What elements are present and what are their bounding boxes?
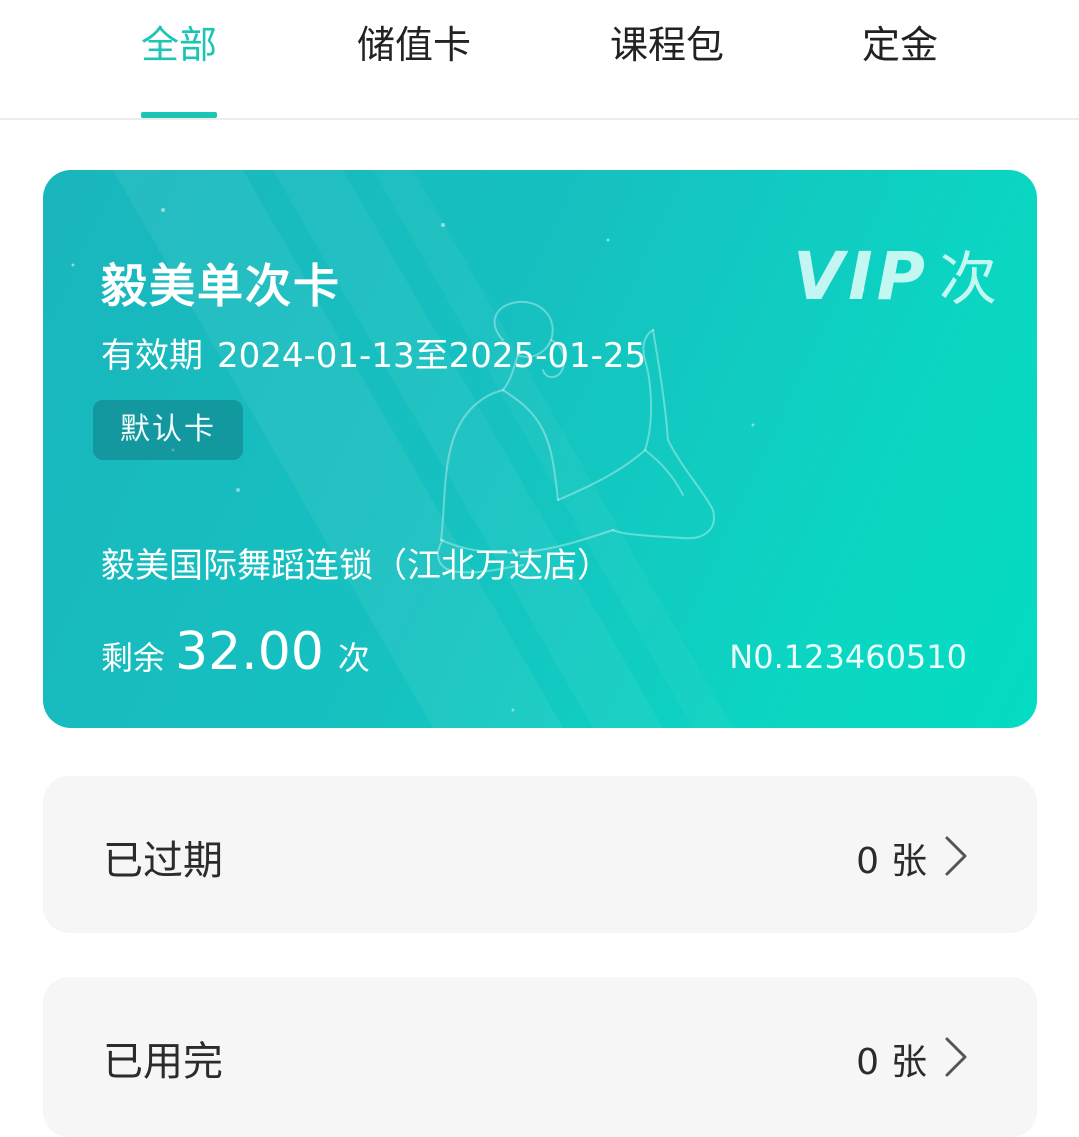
vip-card-type: 次: [939, 245, 998, 313]
tab-deposit[interactable]: 定金: [862, 20, 938, 118]
vip-text: VIP: [793, 238, 930, 315]
tab-all[interactable]: 全部: [141, 20, 217, 118]
tab-deposit-label: 定金: [862, 23, 939, 67]
remaining-unit: 次: [337, 639, 370, 677]
validity-label: 有效期: [101, 336, 203, 376]
chevron-right-icon: [945, 836, 967, 876]
expired-label: 已过期: [103, 838, 223, 884]
default-card-badge: 默认卡: [93, 400, 243, 460]
expired-count: 0张: [856, 832, 927, 884]
used-up-label: 已用完: [103, 1039, 223, 1085]
tab-course-package[interactable]: 课程包: [610, 20, 725, 118]
remaining-balance: 剩余 32.00 次: [101, 622, 370, 682]
card-number: N0.123460510: [729, 638, 967, 676]
remaining-label: 剩余: [101, 639, 166, 677]
membership-card[interactable]: 毅美单次卡 有效期 2024-01-13至2025-01-25 默认卡 毅美国际舞…: [43, 170, 1037, 728]
used-up-count: 0张: [856, 1033, 927, 1085]
used-up-count-unit: 张: [890, 1042, 927, 1083]
tab-stored-value-card-label: 储值卡: [357, 23, 472, 67]
tab-all-label: 全部: [141, 23, 218, 67]
validity-range: 2024-01-13至2025-01-25: [217, 336, 647, 376]
active-tab-indicator: [141, 112, 217, 118]
card-title: 毅美单次卡: [101, 259, 341, 313]
expired-cards-row[interactable]: 已过期 0张: [43, 776, 1037, 933]
vip-mark: VIP 次: [793, 232, 997, 316]
tab-bar: 全部 储值卡 课程包 定金: [0, 0, 1079, 120]
used-up-cards-row[interactable]: 已用完 0张: [43, 977, 1037, 1137]
expired-count-value: 0: [856, 841, 879, 882]
expired-count-unit: 张: [890, 841, 927, 882]
tab-stored-value-card[interactable]: 储值卡: [357, 20, 472, 118]
used-up-count-value: 0: [856, 1042, 879, 1083]
remaining-value: 32.00: [175, 622, 324, 682]
tab-course-package-label: 课程包: [610, 23, 725, 67]
card-validity: 有效期 2024-01-13至2025-01-25: [101, 328, 646, 377]
chevron-right-icon: [945, 1037, 967, 1077]
store-name: 毅美国际舞蹈连锁（江北万达店）: [101, 546, 611, 586]
